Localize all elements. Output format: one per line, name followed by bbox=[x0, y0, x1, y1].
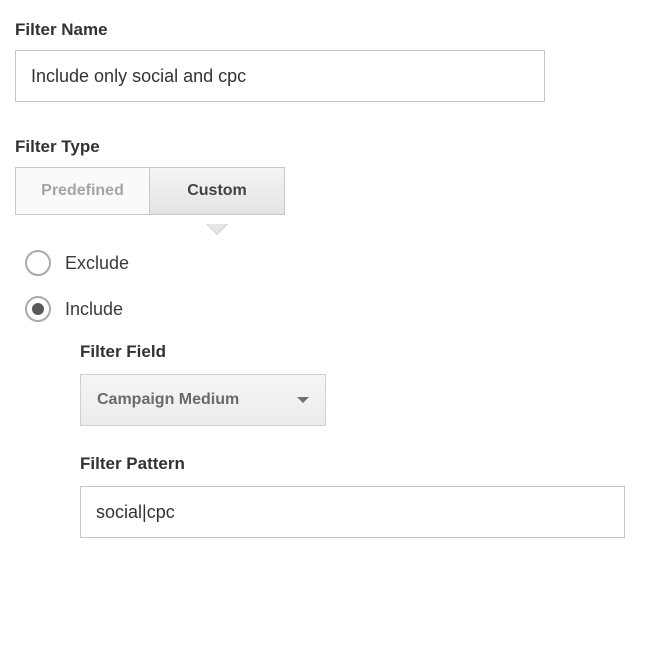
filter-field-selected: Campaign Medium bbox=[97, 391, 239, 409]
radio-exclude-circle-icon bbox=[25, 250, 51, 276]
tab-custom-label: Custom bbox=[187, 182, 247, 200]
filter-name-label: Filter Name bbox=[15, 20, 653, 40]
filter-name-input[interactable] bbox=[15, 50, 545, 102]
filter-type-label: Filter Type bbox=[15, 137, 653, 157]
chevron-down-icon bbox=[297, 397, 309, 403]
tab-predefined-label: Predefined bbox=[41, 182, 124, 200]
filter-type-tabs: Predefined Custom bbox=[15, 167, 653, 215]
filter-mode-radio-group: Exclude Include Filter Field Campaign Me… bbox=[15, 250, 653, 538]
tab-custom[interactable]: Custom bbox=[150, 167, 285, 215]
radio-include[interactable]: Include bbox=[25, 296, 653, 322]
filter-field-label: Filter Field bbox=[80, 342, 653, 362]
radio-exclude-label: Exclude bbox=[65, 253, 129, 274]
radio-include-dot-icon bbox=[32, 303, 44, 315]
tab-predefined[interactable]: Predefined bbox=[15, 167, 150, 215]
include-sub-section: Filter Field Campaign Medium Filter Patt… bbox=[80, 342, 653, 538]
filter-pattern-input[interactable] bbox=[80, 486, 625, 538]
radio-include-circle-icon bbox=[25, 296, 51, 322]
radio-include-label: Include bbox=[65, 299, 123, 320]
radio-exclude[interactable]: Exclude bbox=[25, 250, 653, 276]
filter-field-dropdown[interactable]: Campaign Medium bbox=[80, 374, 326, 426]
filter-pattern-label: Filter Pattern bbox=[80, 454, 653, 474]
